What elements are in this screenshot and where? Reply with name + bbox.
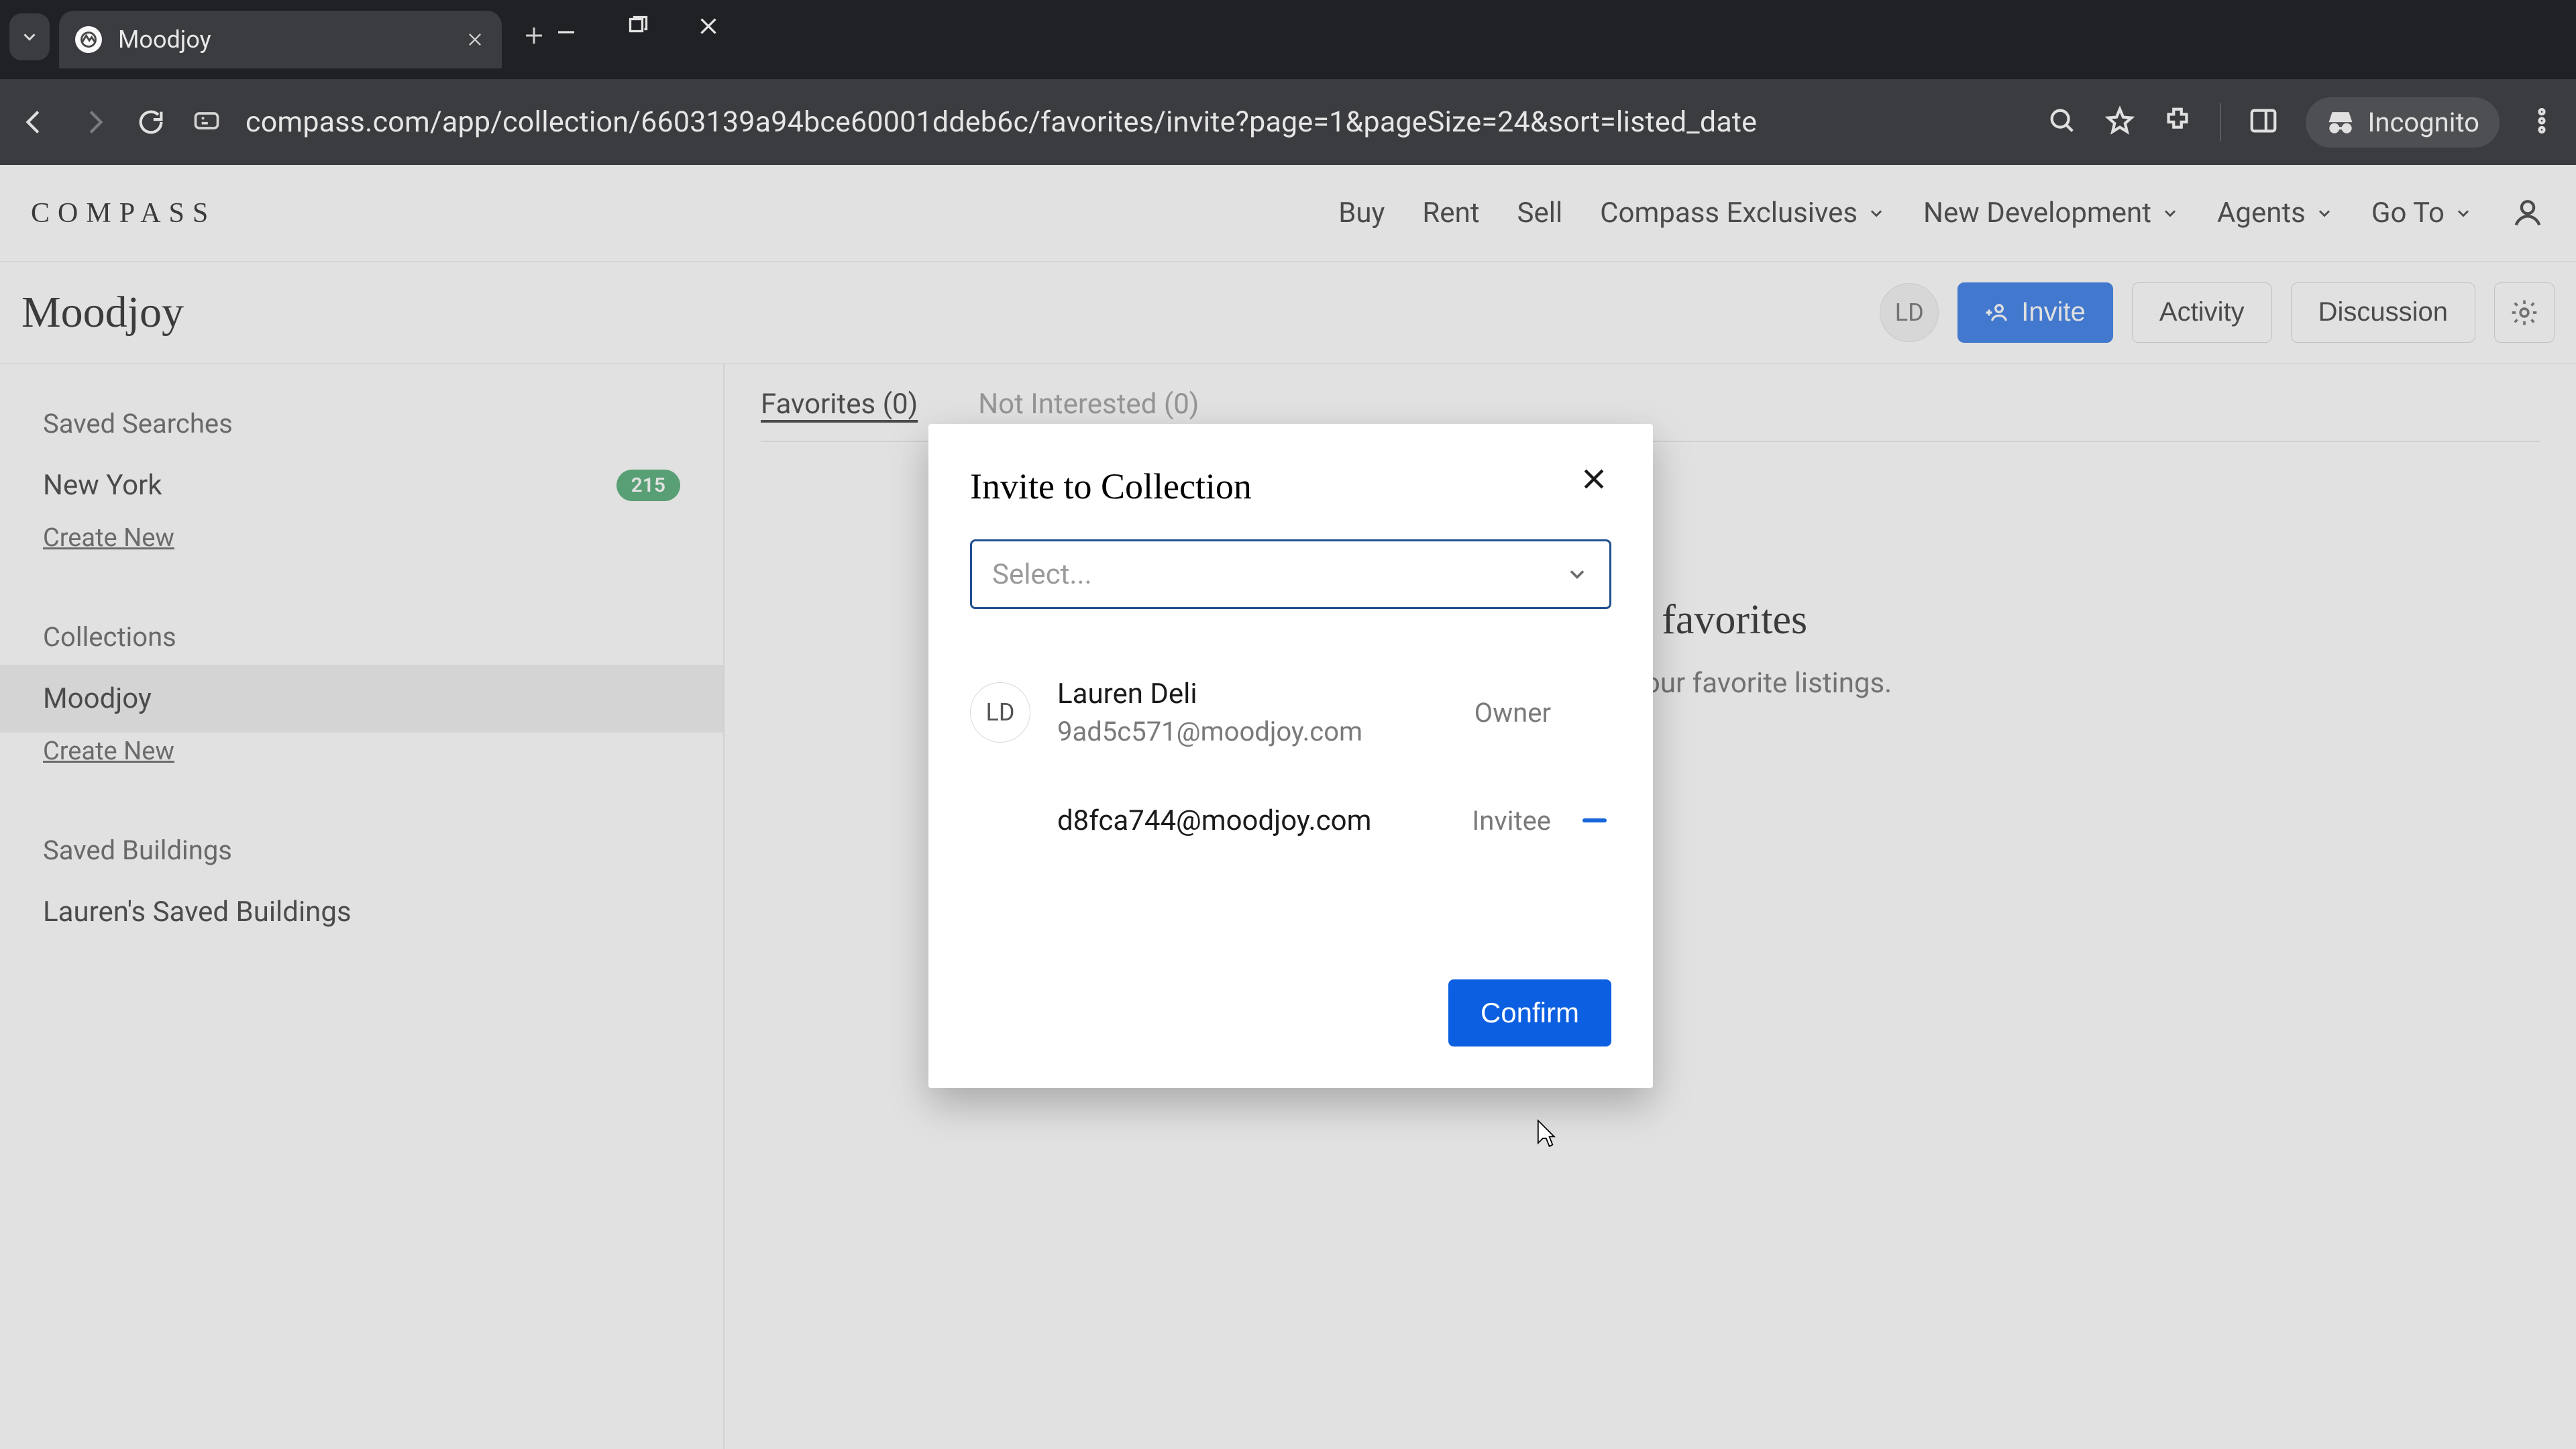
nav-back-button[interactable] bbox=[19, 105, 52, 139]
sidepanel-icon[interactable] bbox=[2248, 105, 2279, 139]
bookmark-icon[interactable] bbox=[2104, 105, 2135, 139]
close-icon bbox=[1579, 464, 1609, 494]
modal-close-button[interactable] bbox=[1575, 460, 1613, 498]
new-tab-button[interactable] bbox=[514, 15, 554, 56]
person-role: Owner bbox=[1474, 697, 1551, 729]
tab-search-button[interactable] bbox=[9, 13, 50, 60]
url-text[interactable]: compass.com/app/collection/6603139a94bce… bbox=[246, 105, 2023, 139]
person-name: Lauren Deli bbox=[1057, 678, 1448, 710]
toolbar-divider bbox=[2220, 103, 2221, 141]
modal-title: Invite to Collection bbox=[970, 466, 1611, 507]
tab-close-button[interactable] bbox=[464, 29, 486, 50]
invite-select[interactable]: Select... bbox=[970, 539, 1611, 609]
nav-forward-button bbox=[76, 105, 110, 139]
person-role: Invitee bbox=[1472, 805, 1551, 837]
window-maximize-button[interactable] bbox=[625, 14, 649, 41]
invite-modal: Invite to Collection Select... LD Lauren… bbox=[928, 424, 1653, 1088]
incognito-label: Incognito bbox=[2367, 107, 2479, 138]
tab-favicon bbox=[75, 26, 102, 53]
incognito-chip[interactable]: Incognito bbox=[2306, 97, 2500, 148]
person-email: 9ad5c571@moodjoy.com bbox=[1057, 716, 1448, 747]
tab-title: Moodjoy bbox=[118, 25, 448, 54]
site-info-button[interactable] bbox=[192, 106, 221, 138]
minus-icon bbox=[1582, 818, 1607, 822]
window-close-button[interactable] bbox=[696, 14, 720, 41]
person-avatar bbox=[970, 790, 1030, 851]
invite-people-list: LD Lauren Deli 9ad5c571@moodjoy.com Owne… bbox=[970, 656, 1611, 872]
invite-select-placeholder: Select... bbox=[992, 558, 1092, 591]
extensions-icon[interactable] bbox=[2162, 105, 2193, 139]
browser-menu-button[interactable] bbox=[2526, 105, 2557, 139]
chevron-down-icon bbox=[1565, 562, 1589, 586]
window-minimize-button[interactable] bbox=[554, 14, 578, 41]
zoom-icon[interactable] bbox=[2047, 105, 2078, 139]
browser-tab[interactable]: Moodjoy bbox=[59, 11, 502, 68]
invite-person-row: d8fca744@moodjoy.com Invitee bbox=[970, 769, 1611, 872]
person-avatar: LD bbox=[970, 682, 1030, 743]
invite-person-row: LD Lauren Deli 9ad5c571@moodjoy.com Owne… bbox=[970, 656, 1611, 769]
person-email: d8fca744@moodjoy.com bbox=[1057, 804, 1445, 837]
nav-reload-button[interactable] bbox=[134, 105, 168, 139]
confirm-button[interactable]: Confirm bbox=[1448, 979, 1611, 1046]
person-remove-button[interactable] bbox=[1578, 818, 1611, 822]
